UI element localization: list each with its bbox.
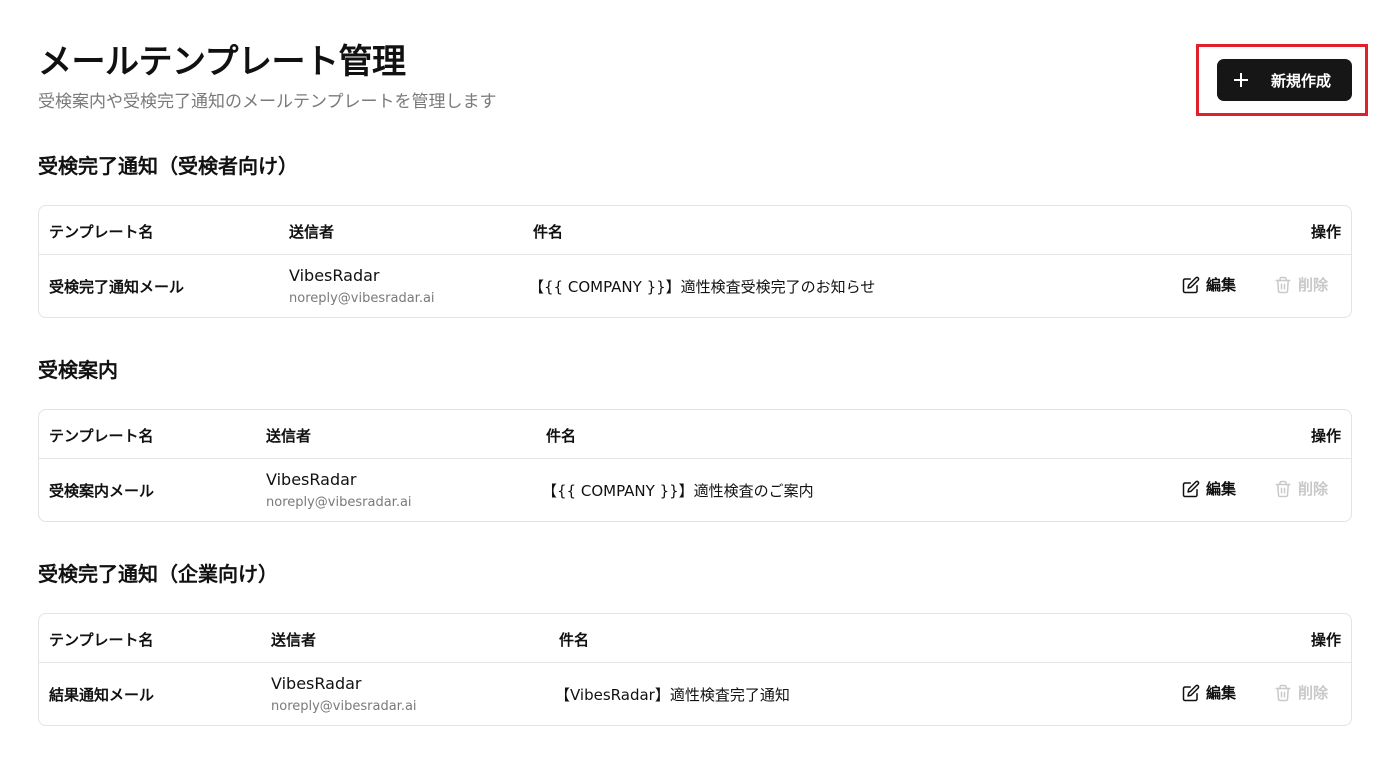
- new-template-button[interactable]: 新規作成: [1217, 59, 1352, 101]
- template-name: 受検案内メール: [49, 482, 155, 500]
- column-header-name: テンプレート名: [49, 631, 154, 649]
- column-header-sender: 送信者: [271, 631, 317, 649]
- trash-icon: [1275, 480, 1291, 497]
- column-header-sender: 送信者: [289, 223, 335, 241]
- edit-button[interactable]: 編集: [1182, 478, 1236, 499]
- table-row: 受検完了通知メール VibesRadar noreply@vibesradar.…: [39, 255, 1351, 317]
- edit-button-label: 編集: [1206, 684, 1237, 702]
- sender-name: VibesRadar: [289, 266, 380, 285]
- delete-button-label: 削除: [1298, 684, 1329, 702]
- section-title: 受検案内: [38, 358, 118, 382]
- column-header-actions: 操作: [1310, 631, 1341, 649]
- page-header: メールテンプレート管理 受検案内や受検完了通知のメールテンプレートを管理します: [38, 40, 497, 114]
- plus-icon: [1233, 72, 1249, 88]
- edit-icon: [1182, 276, 1200, 293]
- template-table: テンプレート名 送信者 件名 操作 受検完了通知メール VibesRadar n…: [38, 205, 1352, 318]
- column-header-subject: 件名: [559, 631, 590, 649]
- edit-icon: [1182, 684, 1200, 701]
- table-header: テンプレート名 送信者 件名 操作: [39, 614, 1351, 663]
- template-subject: 【{{ COMPANY }}】適性検査受検完了のお知らせ: [529, 278, 876, 296]
- section-title: 受検完了通知（受検者向け）: [38, 154, 298, 178]
- column-header-subject: 件名: [533, 223, 564, 241]
- template-name: 受検完了通知メール: [49, 278, 185, 296]
- template-table: テンプレート名 送信者 件名 操作 結果通知メール VibesRadar nor…: [38, 613, 1352, 726]
- table-header: テンプレート名 送信者 件名 操作: [39, 410, 1351, 459]
- edit-icon: [1182, 480, 1200, 497]
- edit-button-label: 編集: [1206, 480, 1237, 498]
- table-header: テンプレート名 送信者 件名 操作: [39, 206, 1351, 255]
- column-header-actions: 操作: [1310, 427, 1341, 445]
- trash-icon: [1275, 684, 1291, 701]
- template-table: テンプレート名 送信者 件名 操作 受検案内メール VibesRadar nor…: [38, 409, 1352, 522]
- column-header-name: テンプレート名: [49, 427, 154, 445]
- delete-button[interactable]: 削除: [1274, 274, 1328, 295]
- delete-button[interactable]: 削除: [1274, 682, 1328, 703]
- table-row: 受検案内メール VibesRadar noreply@vibesradar.ai…: [39, 459, 1351, 521]
- section-completion-candidate: 受検完了通知（受検者向け） テンプレート名 送信者 件名 操作 受検完了通知メー…: [38, 152, 1352, 318]
- column-header-sender: 送信者: [266, 427, 312, 445]
- sender-email: noreply@vibesradar.ai: [289, 291, 435, 306]
- sender-email: noreply@vibesradar.ai: [266, 495, 412, 510]
- edit-button[interactable]: 編集: [1182, 682, 1236, 703]
- page-title: メールテンプレート管理: [38, 42, 406, 82]
- template-name: 結果通知メール: [49, 686, 155, 704]
- section-exam-guide: 受検案内 テンプレート名 送信者 件名 操作 受検案内メール VibesRada…: [38, 356, 1352, 522]
- sender-name: VibesRadar: [266, 470, 357, 489]
- page-subtitle: 受検案内や受検完了通知のメールテンプレートを管理します: [38, 92, 497, 112]
- trash-icon: [1275, 276, 1291, 293]
- section-completion-company: 受検完了通知（企業向け） テンプレート名 送信者 件名 操作 結果通知メール V…: [38, 560, 1352, 726]
- table-row: 結果通知メール VibesRadar noreply@vibesradar.ai…: [39, 663, 1351, 725]
- edit-button[interactable]: 編集: [1182, 274, 1236, 295]
- column-header-subject: 件名: [546, 427, 577, 445]
- sender-name: VibesRadar: [271, 674, 362, 693]
- edit-button-label: 編集: [1206, 276, 1237, 294]
- section-title: 受検完了通知（企業向け）: [38, 562, 278, 586]
- template-subject: 【VibesRadar】適性検査完了通知: [555, 686, 790, 704]
- new-template-button-label: 新規作成: [1271, 71, 1332, 90]
- email-template-management-page: メールテンプレート管理 受検案内や受検完了通知のメールテンプレートを管理します …: [0, 0, 1396, 762]
- sender-email: noreply@vibesradar.ai: [271, 699, 417, 714]
- delete-button-label: 削除: [1298, 480, 1329, 498]
- column-header-actions: 操作: [1310, 223, 1341, 241]
- template-subject: 【{{ COMPANY }}】適性検査のご案内: [542, 482, 814, 500]
- column-header-name: テンプレート名: [49, 223, 154, 241]
- delete-button-label: 削除: [1298, 276, 1329, 294]
- delete-button[interactable]: 削除: [1274, 478, 1328, 499]
